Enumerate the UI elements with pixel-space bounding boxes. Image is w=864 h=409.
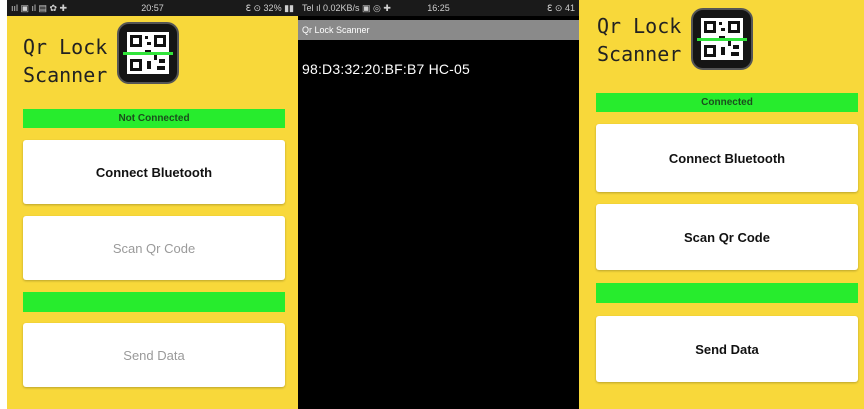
connect-bluetooth-button[interactable]: Connect Bluetooth — [23, 140, 285, 204]
send-data-button[interactable]: Send Data — [23, 323, 285, 387]
status-icons-right: ℇ ⊙ 41 — [546, 2, 575, 13]
action-bar-title: Qr Lock Scanner — [302, 25, 370, 35]
screen-connected: Qr Lock Scanner Connected Connect Blueto… — [579, 0, 864, 409]
connection-status-badge: Connected — [596, 93, 858, 112]
system-status-bar: ııl ▣ ıl ▤ ✿ ✚ 20:57 ℇ ⊙ 32% ▮▮ — [7, 0, 298, 16]
screen-not-connected: ııl ▣ ıl ▤ ✿ ✚ 20:57 ℇ ⊙ 32% ▮▮ Qr Lock … — [7, 0, 298, 409]
clock: 20:57 — [141, 3, 164, 13]
clock: 16:25 — [427, 3, 450, 13]
qr-scanner-logo-icon — [691, 8, 753, 70]
scan-qr-code-button[interactable]: Scan Qr Code — [596, 204, 858, 270]
app-title: Qr Lock Scanner — [23, 35, 108, 87]
status-icons-right: ℇ ⊙ 32% ▮▮ — [245, 2, 294, 13]
app-action-bar: Qr Lock Scanner — [298, 20, 579, 40]
connection-status-badge: Not Connected — [23, 109, 285, 128]
paired-device-item[interactable]: 98:D3:32:20:BF:B7 HC-05 — [302, 61, 470, 77]
connect-bluetooth-button[interactable]: Connect Bluetooth — [596, 124, 858, 192]
screen-device-list: Tel ıl 0.02KB/s ▣ ◎ ✚ 16:25 ℇ ⊙ 41 Qr Lo… — [298, 0, 579, 409]
scan-qr-code-button[interactable]: Scan Qr Code — [23, 216, 285, 280]
status-icons-left: ııl ▣ ıl ▤ ✿ ✚ — [11, 2, 68, 13]
status-icons-left: Tel ıl 0.02KB/s ▣ ◎ ✚ — [302, 2, 391, 13]
qr-scanner-logo-icon — [117, 22, 179, 84]
app-title: Qr Lock Scanner — [597, 14, 682, 66]
received-data-field — [23, 292, 285, 312]
send-data-button[interactable]: Send Data — [596, 316, 858, 382]
system-status-bar: Tel ıl 0.02KB/s ▣ ◎ ✚ 16:25 ℇ ⊙ 41 — [298, 0, 579, 16]
received-data-field — [596, 283, 858, 303]
